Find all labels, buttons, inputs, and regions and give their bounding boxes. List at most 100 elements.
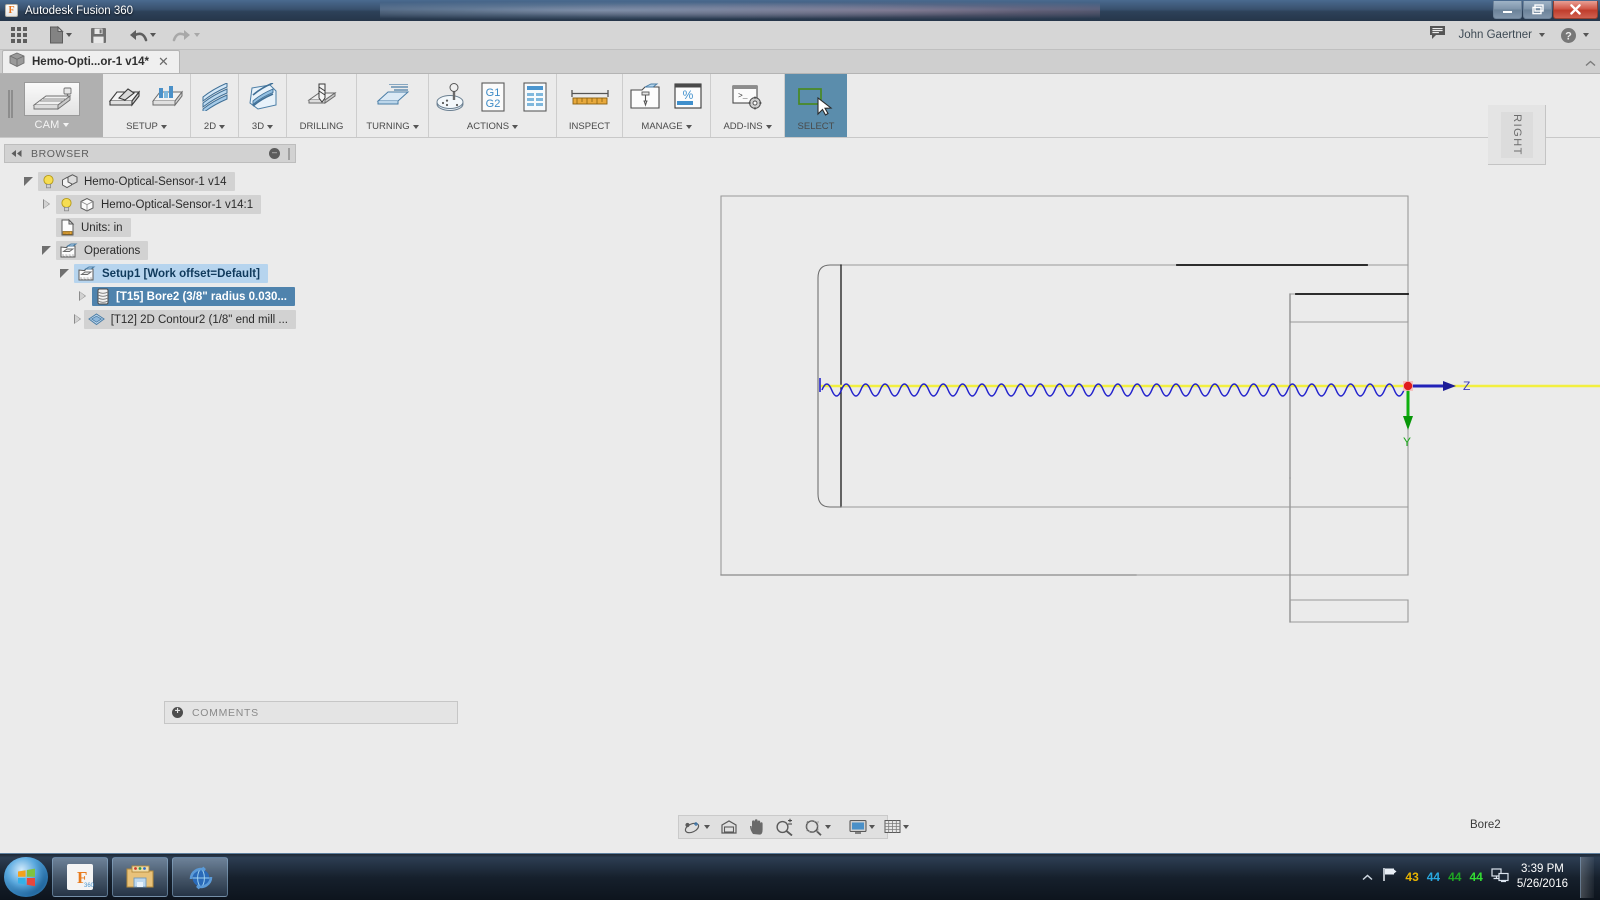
expander-closed-icon[interactable] [72,291,92,302]
application-toolbar: John Gaertner ? [0,21,1600,50]
percent-feed-icon: % [673,79,703,115]
light-bulb-icon[interactable] [60,197,73,212]
look-at-button[interactable] [716,816,742,838]
undo-arrow-icon[interactable] [125,23,159,48]
browser-tree-row[interactable]: [T12] 2D Contour2 (1/8" end mill ... [4,308,296,331]
browser-tree-row[interactable]: [T15] Bore2 (3/8" radius 0.030... [4,285,296,308]
ribbon-toolbar: CAM SETUP 2D 3D DRILLING TURNING G1 G2 A… [0,74,1600,138]
expander-open-icon[interactable] [18,177,38,186]
close-icon[interactable]: ✕ [156,55,171,68]
browser-tree-item[interactable]: Operations [56,241,149,260]
chevron-up-icon[interactable] [1362,868,1373,886]
close-icon[interactable] [1553,1,1598,19]
show-desktop-button[interactable] [1580,856,1594,898]
fit-button[interactable] [800,816,835,838]
tray-number-4[interactable]: 44 [1469,870,1482,884]
browser-tree-item[interactable]: [T15] Bore2 (3/8" radius 0.030... [92,287,295,306]
browser-tree-item-label: Hemo-Optical-Sensor-1 v14:1 [101,198,254,211]
browser-tree-item[interactable]: [T12] 2D Contour2 (1/8" end mill ... [83,310,296,329]
browser-tree-row[interactable]: Units: in [4,216,296,239]
minus-circle-icon[interactable]: – [269,148,280,159]
viewcube[interactable]: RIGHT [1488,105,1546,165]
zoom-button[interactable] [771,816,798,838]
select-cursor-icon [796,83,836,119]
chevron-down-icon [765,124,772,129]
network-monitor-icon[interactable] [1491,867,1509,888]
chevron-down-icon [512,124,519,129]
restore-icon[interactable] [1523,1,1552,19]
taskbar-clock[interactable]: 3:39 PM 5/26/2016 [1517,862,1568,892]
group-label-text: MANAGE [641,121,683,132]
clock-time: 3:39 PM [1521,863,1564,875]
tab-overflow-chevron-icon[interactable] [1585,55,1600,73]
action-center-flag-icon[interactable] [1381,867,1397,887]
system-tray: 43 44 44 44 3:39 PM 5/26/2016 [1362,856,1600,898]
workspace-switcher-cam[interactable]: CAM [0,74,103,137]
2d-toolpath-icon [199,79,231,115]
tray-number-1[interactable]: 43 [1405,870,1418,884]
chevron-down-icon [150,33,156,37]
comments-bar[interactable]: + COMMENTS [164,701,458,724]
group-label-text: DRILLING [299,121,344,132]
browser-tree-item-label: Hemo-Optical-Sensor-1 v14 [84,175,227,188]
orbit-button[interactable] [679,816,714,838]
grid-snap-icon [884,820,901,833]
help-question-icon[interactable]: ? [1557,23,1592,48]
expander-open-icon[interactable] [54,269,74,278]
minimize-icon[interactable] [1493,1,1522,19]
expander-open-icon[interactable] [36,246,56,255]
browser-tree-row[interactable]: Hemo-Optical-Sensor-1 v14:1 [4,193,296,216]
viewcube-face-right[interactable]: RIGHT [1500,111,1533,158]
tray-number-3[interactable]: 44 [1448,870,1461,884]
user-menu[interactable]: John Gaertner [1455,23,1548,48]
drill-icon [305,79,339,115]
pan-hand-icon [750,819,763,835]
browser-tree: Hemo-Optical-Sensor-1 v14 Hemo-Optical-Se… [4,163,296,331]
expander-closed-icon[interactable] [72,314,84,325]
group-label-text: INSPECT [568,121,611,132]
taskbar-app-file-explorer[interactable] [112,857,168,897]
svg-text:G2: G2 [486,98,501,110]
component-box-icon [79,197,95,213]
windows-taskbar: F 360 43 44 44 44 3:39 PM 5/26/2016 [0,853,1600,900]
display-settings-button[interactable] [845,816,879,838]
browser-tree-row[interactable]: Operations [4,239,296,262]
ribbon-group-label-add-ins: ADD-INS [711,121,784,132]
group-label-text: ACTIONS [466,121,510,132]
plus-circle-icon[interactable]: + [172,707,183,718]
windows-start-orb-icon[interactable] [4,857,48,897]
expander-closed-icon[interactable] [36,199,56,210]
taskbar-app-web-browser[interactable] [172,857,228,897]
browser-tree-item[interactable]: Hemo-Optical-Sensor-1 v14:1 [56,195,262,214]
select-tool-button[interactable]: SELECT [785,74,847,137]
browser-tree-item[interactable]: Units: in [56,218,131,237]
tray-number-2[interactable]: 44 [1427,870,1440,884]
group-label-text: SETUP [126,121,158,132]
browser-tree-item[interactable]: Setup1 [Work offset=Default] [74,264,268,283]
light-bulb-icon[interactable] [42,174,55,189]
grid-snaps-button[interactable] [880,816,913,838]
cam-workspace-icon [23,82,80,116]
pan-button[interactable] [744,816,769,838]
browser-tree-item[interactable]: Hemo-Optical-Sensor-1 v14 [38,172,235,191]
chevron-down-icon [66,33,72,37]
globe-browser-icon [189,866,213,890]
browser-tree-row[interactable]: Setup1 [Work offset=Default] [4,262,296,285]
browser-header: BROWSER – [4,144,296,163]
browser-title: BROWSER [31,147,90,160]
floppy-save-icon[interactable] [85,23,111,48]
comment-balloon-icon[interactable] [1429,25,1446,45]
taskbar-app-fusion-360[interactable]: F 360 [52,857,108,897]
panel-resize-grip[interactable] [288,147,290,160]
file-page-icon[interactable] [46,23,75,48]
grid-9-dots-icon[interactable] [6,23,32,48]
ribbon-group-select: SELECT [785,74,847,137]
browser-tree-row[interactable]: Hemo-Optical-Sensor-1 v14 [4,170,296,193]
ribbon-group-label-actions: ACTIONS [429,121,556,132]
redo-arrow-icon[interactable] [169,23,203,48]
workspace-label: CAM [34,119,60,131]
collapse-left-icon[interactable] [10,145,23,163]
document-tab[interactable]: Hemo-Opti...or-1 v14* ✕ [2,50,180,73]
document-tab-label: Hemo-Opti...or-1 v14* [32,56,149,68]
document-cube-icon [9,52,25,73]
